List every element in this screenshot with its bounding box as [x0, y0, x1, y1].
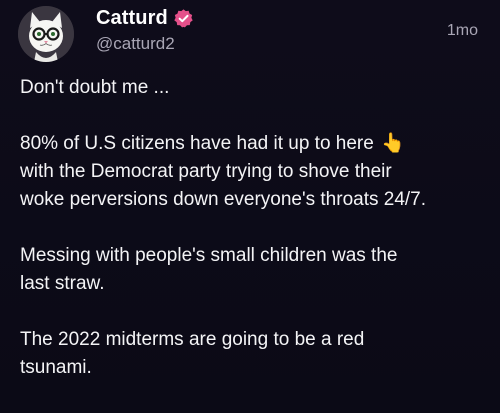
- post-timestamp[interactable]: 1mo: [447, 22, 478, 40]
- post-paragraph-line: 80% of U.S citizens have had it up to he…: [20, 133, 374, 154]
- post-body: Don't doubt me ... 80% of U.S citizens h…: [20, 74, 490, 410]
- cat-avatar-icon: [18, 6, 74, 62]
- post-paragraph-line: with the Democrat party trying to shove …: [20, 161, 427, 210]
- author-name-row: Catturd: [96, 6, 194, 30]
- post-paragraph: Don't doubt me ...: [20, 77, 170, 98]
- author-handle[interactable]: @catturd2: [96, 34, 175, 54]
- pointing-up-emoji-icon: 👆: [381, 133, 405, 154]
- post-card: Catturd @catturd2 1mo Don't doubt me ...…: [0, 0, 500, 413]
- author-avatar[interactable]: [18, 6, 74, 62]
- post-paragraph-with-emoji: 80% of U.S citizens have had it up to he…: [20, 130, 490, 214]
- post-paragraph: Messing with people's small children was…: [20, 245, 398, 294]
- verified-badge-icon: [174, 8, 193, 27]
- author-display-name[interactable]: Catturd: [96, 7, 168, 30]
- post-paragraph: The 2022 midterms are going to be a red …: [20, 329, 365, 378]
